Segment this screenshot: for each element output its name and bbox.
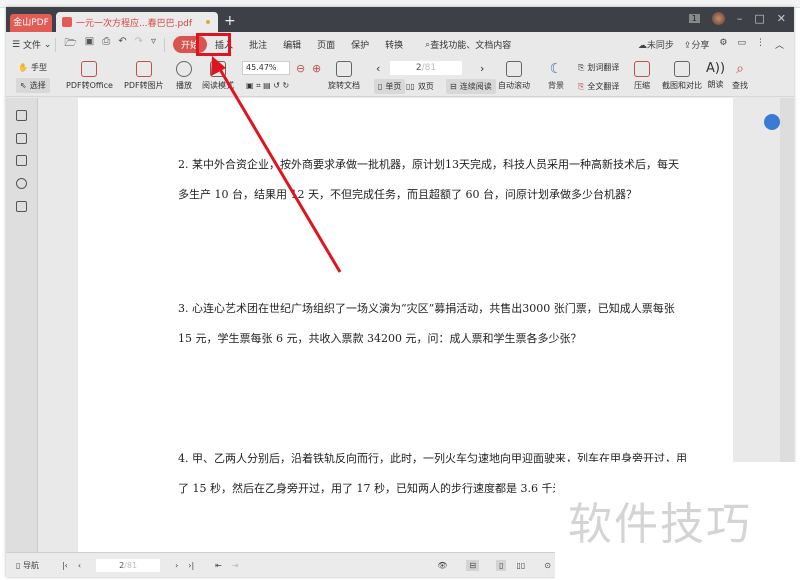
annotation-arrow	[211, 56, 342, 273]
arrow-shaft	[216, 65, 342, 273]
